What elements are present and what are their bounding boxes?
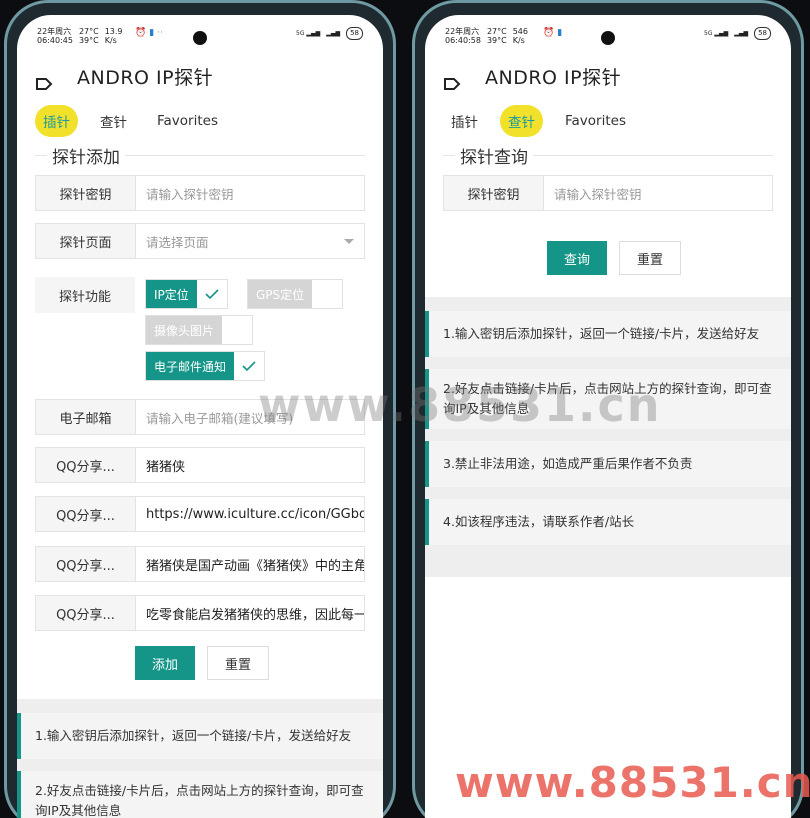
- notice-item: 2.好友点击链接/卡片后，点击网站上方的探针查询，即可查询IP及其他信息: [425, 369, 791, 429]
- more-icon: ··: [157, 28, 163, 38]
- probe-key-input[interactable]: 请输入探针密钥: [544, 176, 772, 210]
- status-date: 22年周六: [445, 27, 480, 36]
- notice-item: 2.好友点击链接/卡片后，点击网站上方的探针查询，即可查询IP及其他信息: [17, 771, 383, 818]
- status-time: 06:40:58: [445, 36, 481, 45]
- tab-insert[interactable]: 插针: [35, 105, 78, 137]
- section-title: 探针查询: [455, 143, 533, 168]
- camera-hole: [601, 31, 615, 45]
- probe-key-label: 探针密钥: [444, 176, 544, 210]
- qq-share-row: QQ分享... 猪猪侠是国产动画《猪猪侠》中的主角: [35, 546, 365, 582]
- status-speed-unit: K/s: [512, 36, 525, 45]
- right-screen: 22年周六 06:40:58 27°C 39°C 546 K/s ⏰ ▮ 5G ▂▄▆…: [425, 15, 791, 818]
- toggle-camera-photo[interactable]: 摄像头图片: [145, 315, 254, 345]
- status-bar: 22年周六 06:40:58 27°C 39°C 546 K/s ⏰ ▮ 5G ▂▄▆…: [425, 15, 791, 49]
- probe-page-select[interactable]: 请选择页面: [136, 224, 364, 258]
- toggle-ip-location[interactable]: IP定位: [145, 279, 228, 309]
- qq-share-label: QQ分享...: [36, 596, 136, 630]
- wifi-icon: ▂▄▆: [326, 30, 341, 37]
- toggle-camera-photo-label: 摄像头图片: [146, 316, 223, 344]
- status-bar: 22年周六 06:40:45 27°C 39°C 13.9 K/s ⏰ ▮ ·· 5G…: [17, 15, 383, 49]
- menu-icon[interactable]: [35, 77, 53, 91]
- qq-share-label: QQ分享...: [36, 497, 136, 531]
- notification-icons: ⏰ ▮ ··: [135, 29, 163, 38]
- toggle-email-notify[interactable]: 电子邮件通知: [145, 351, 266, 381]
- trash-icon: ▮: [149, 28, 155, 38]
- qq-share-row: QQ分享... https://www.iculture.cc/icon/GGb…: [35, 496, 365, 532]
- notification-icons: ⏰ ▮: [543, 29, 562, 38]
- app-title: ANDRO IP探针: [485, 67, 622, 89]
- tab-query[interactable]: 查针: [500, 105, 543, 137]
- wifi-icon: ▂▄▆: [734, 30, 749, 37]
- check-icon: [205, 289, 219, 300]
- email-label: 电子邮箱: [36, 400, 136, 434]
- probe-key-row: 探针密钥 请输入探针密钥: [443, 175, 773, 211]
- probe-key-label: 探针密钥: [36, 176, 136, 210]
- app-header: ANDRO IP探针: [425, 57, 791, 97]
- left-phone: 22年周六 06:40:45 27°C 39°C 13.9 K/s ⏰ ▮ ·· 5G…: [4, 0, 396, 818]
- menu-icon[interactable]: [443, 77, 461, 91]
- alarm-icon: ⏰: [135, 28, 147, 38]
- probe-page-label: 探针页面: [36, 224, 136, 258]
- status-speed: 13.9: [104, 27, 123, 36]
- add-button[interactable]: 添加: [135, 646, 195, 680]
- status-speed-unit: K/s: [104, 36, 117, 45]
- qq-share-label: QQ分享...: [36, 547, 136, 581]
- qq-share-row: QQ分享... 吃零食能启发猪猪侠的思维，因此每一: [35, 595, 365, 631]
- qq-share-summary-input[interactable]: 吃零食能启发猪猪侠的思维，因此每一: [136, 596, 364, 630]
- tab-bar: 插针 查针 Favorites: [443, 105, 634, 137]
- notice-item: 1.输入密钥后添加探针，返回一个链接/卡片，发送给好友: [17, 713, 383, 759]
- signal-icon: 5G ▂▄▆: [704, 30, 729, 37]
- qq-share-label: QQ分享...: [36, 448, 136, 482]
- tab-favorites[interactable]: Favorites: [557, 107, 634, 135]
- app-title: ANDRO IP探针: [77, 67, 214, 89]
- status-date: 22年周六: [37, 27, 72, 36]
- email-row: 电子邮箱 请输入电子邮箱(建议填写): [35, 399, 365, 435]
- toggle-ip-location-label: IP定位: [146, 280, 197, 308]
- probe-key-row: 探针密钥 请输入探针密钥: [35, 175, 365, 211]
- section-title: 探针添加: [47, 143, 125, 168]
- probe-page-row: 探针页面 请选择页面: [35, 223, 365, 259]
- status-time: 06:40:45: [37, 36, 73, 45]
- probe-function-label: 探针功能: [35, 277, 135, 313]
- signal-icon: 5G ▂▄▆: [296, 30, 321, 37]
- notice-item: 1.输入密钥后添加探针，返回一个链接/卡片，发送给好友: [425, 311, 791, 357]
- status-speed: 546: [512, 27, 528, 36]
- toggle-gps-location[interactable]: GPS定位: [247, 279, 344, 309]
- chevron-down-icon: [344, 239, 354, 244]
- right-phone: 22年周六 06:40:58 27°C 39°C 546 K/s ⏰ ▮ 5G ▂▄▆…: [412, 0, 804, 818]
- tab-insert[interactable]: 插针: [443, 105, 486, 137]
- tab-favorites[interactable]: Favorites: [149, 107, 226, 135]
- qq-share-title-input[interactable]: 猪猪侠: [136, 448, 364, 482]
- qq-share-url-input[interactable]: https://www.iculture.cc/icon/GGbon: [136, 497, 364, 531]
- alarm-icon: ⏰: [543, 28, 555, 38]
- trash-icon: ▮: [557, 28, 563, 38]
- reset-button[interactable]: 重置: [619, 241, 681, 275]
- reset-button[interactable]: 重置: [207, 646, 269, 680]
- tab-query[interactable]: 查针: [92, 105, 135, 137]
- notice-item: 3.禁止非法用途，如造成严重后果作者不负责: [425, 441, 791, 487]
- probe-key-input[interactable]: 请输入探针密钥: [136, 176, 364, 210]
- tab-bar: 插针 查针 Favorites: [35, 105, 226, 137]
- toggle-email-notify-label: 电子邮件通知: [146, 352, 235, 380]
- status-temp2: 39°C: [78, 36, 99, 45]
- battery-icon: 58: [346, 27, 363, 40]
- email-input[interactable]: 请输入电子邮箱(建议填写): [136, 400, 364, 434]
- left-screen: 22年周六 06:40:45 27°C 39°C 13.9 K/s ⏰ ▮ ·· 5G…: [17, 15, 383, 818]
- qq-share-desc-input[interactable]: 猪猪侠是国产动画《猪猪侠》中的主角: [136, 547, 364, 581]
- app-header: ANDRO IP探针: [17, 57, 383, 97]
- status-temp: 27°C: [486, 27, 507, 36]
- query-button[interactable]: 查询: [547, 241, 607, 275]
- check-icon: [242, 361, 256, 372]
- camera-hole: [193, 31, 207, 45]
- status-temp: 27°C: [78, 27, 99, 36]
- toggle-gps-location-label: GPS定位: [248, 280, 313, 308]
- battery-icon: 58: [754, 27, 771, 40]
- qq-share-row: QQ分享... 猪猪侠: [35, 447, 365, 483]
- notice-item: 4.如该程序违法，请联系作者/站长: [425, 499, 791, 545]
- status-temp2: 39°C: [486, 36, 507, 45]
